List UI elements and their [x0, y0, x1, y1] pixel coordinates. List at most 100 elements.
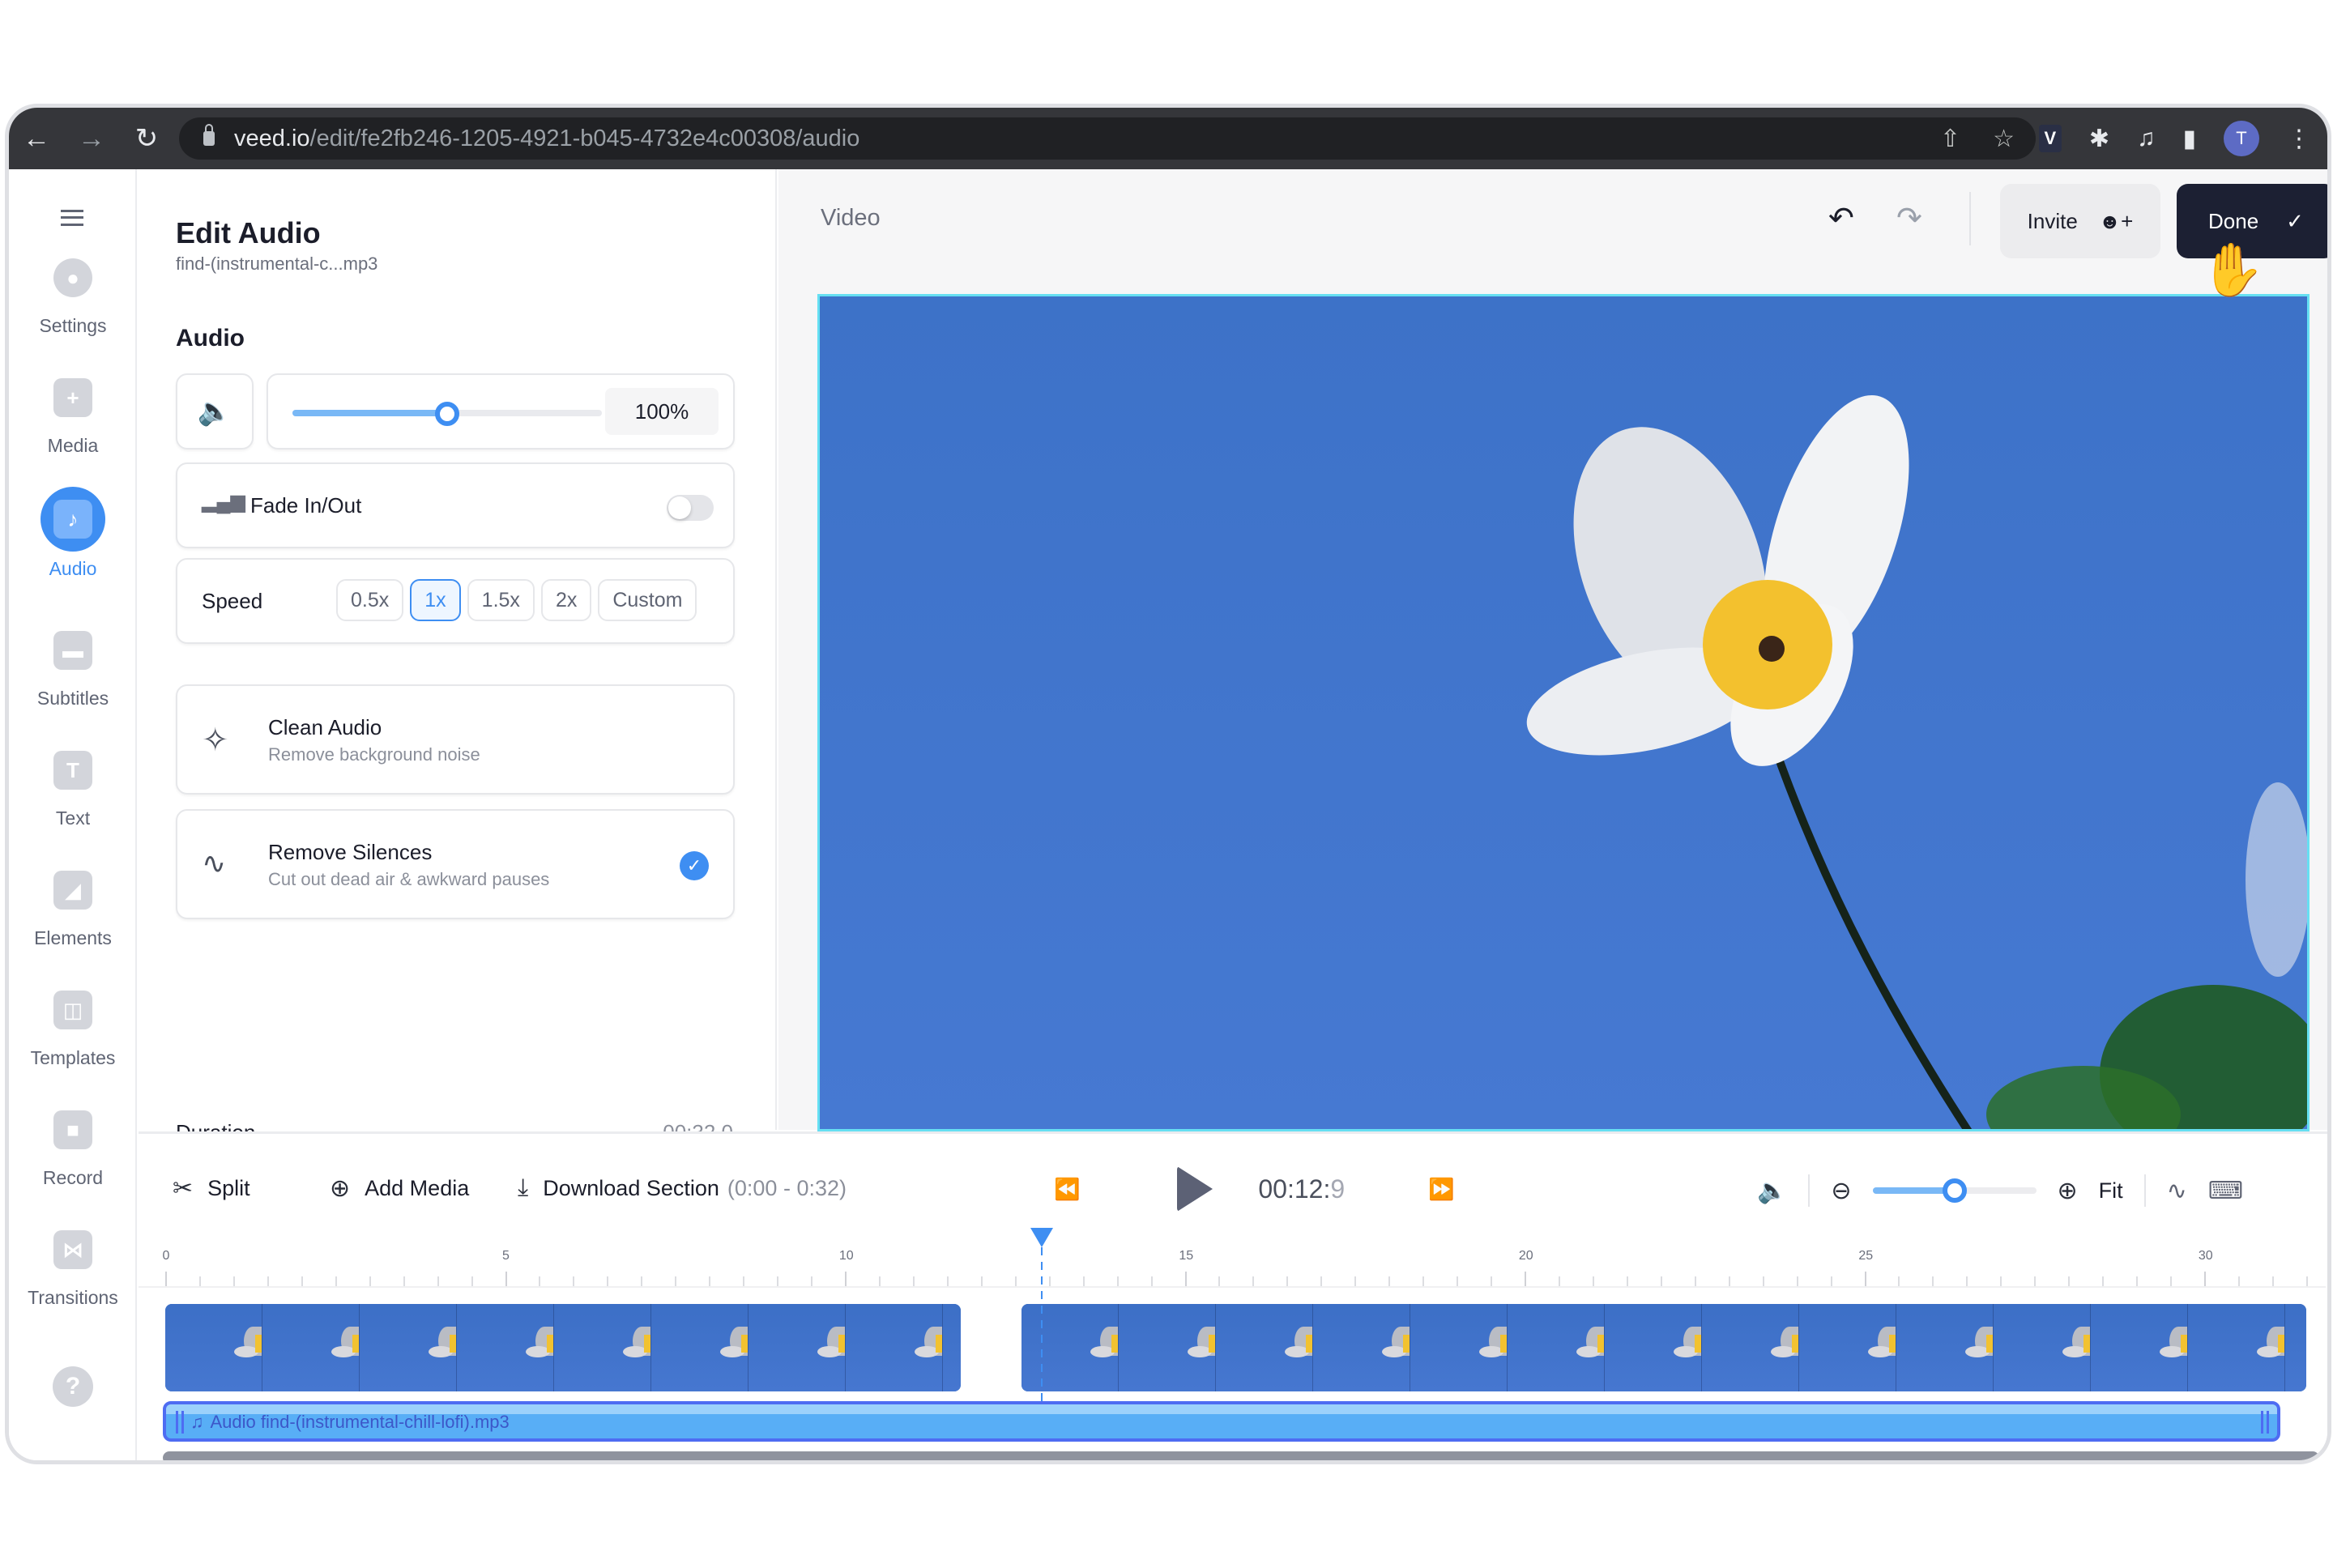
url-host: veed.io [234, 125, 310, 151]
clip-thumbnail [749, 1304, 846, 1391]
rail-item-transitions[interactable]: ⋈ Transitions [9, 1230, 137, 1309]
download-section-button[interactable]: ⤓ Download Section (0:00 - 0:32) [518, 1174, 847, 1202]
ruler-tick [1354, 1276, 1357, 1286]
video-clip[interactable] [165, 1304, 961, 1391]
rail-item-subtitles[interactable]: ▬ Subtitles [9, 631, 137, 709]
undo-icon[interactable]: ↶ [1828, 200, 1854, 236]
rail-item-media[interactable]: + Media [9, 378, 137, 457]
speed-option[interactable]: 1.5x [467, 579, 535, 621]
right-trim-handle[interactable] [2261, 1411, 2269, 1434]
rail-item-settings[interactable]: ● Settings [9, 258, 137, 337]
clean-audio-card[interactable]: ✧ Clean Audio Remove background noise [176, 684, 735, 795]
remove-silences-card[interactable]: ∿ Remove Silences Cut out dead air & awk… [176, 809, 735, 919]
text-t-icon: T [53, 751, 92, 790]
extensions-puzzle-icon[interactable]: ✱ [2089, 125, 2109, 153]
ruler-tick [1796, 1276, 1798, 1286]
timeline-scrollbar[interactable] [163, 1451, 2319, 1460]
timeline-ruler[interactable]: 0 5 10 15 20 25 30 [139, 1247, 2326, 1288]
flower-image [820, 296, 2307, 1129]
ruler-tick [1966, 1276, 1968, 1286]
play-icon[interactable] [1177, 1166, 1213, 1212]
ruler-label: 30 [2198, 1249, 2213, 1263]
ruler-tick [607, 1276, 609, 1286]
checkmark-icon[interactable]: ✓ [680, 851, 709, 880]
ruler-tick [437, 1276, 439, 1286]
volume-slider[interactable] [292, 402, 602, 426]
share-icon[interactable]: ⇧ [1940, 125, 1960, 153]
video-clip[interactable] [1021, 1304, 2306, 1391]
address-bar[interactable]: veed.io/edit/fe2fb246-1205-4921-b045-473… [179, 117, 2036, 160]
subtitles-icon: ▬ [53, 631, 92, 670]
bookmark-star-icon[interactable]: ☆ [1993, 125, 2015, 153]
fast-forward-icon[interactable]: ⏩ [1428, 1177, 1454, 1202]
speed-option[interactable]: Custom [598, 579, 697, 621]
timeline-panel: ✂ Split ⊕ Add Media ⤓ Download Section (… [139, 1131, 2327, 1460]
volume-value-input[interactable]: 100% [605, 388, 719, 435]
reload-button[interactable]: ↻ [119, 108, 174, 169]
rewind-icon[interactable]: ⏪ [1054, 1177, 1080, 1202]
ruler-tick [1626, 1276, 1628, 1286]
speed-option[interactable]: 0.5x [336, 579, 404, 621]
fade-toggle[interactable] [667, 495, 714, 521]
volume-icon[interactable]: 🔈 [1757, 1177, 1787, 1205]
video-preview[interactable] [817, 294, 2310, 1131]
sparkle-icon: ✧ [202, 722, 229, 758]
speed-card: Speed 0.5x 1x 1.5x 2x Custom [176, 558, 735, 644]
left-trim-handle[interactable] [176, 1411, 184, 1434]
clip-thumbnail [2091, 1304, 2189, 1391]
remove-silences-subtitle: Cut out dead air & awkward pauses [268, 869, 550, 889]
clip-thumbnail [165, 1304, 262, 1391]
ruler-tick [1116, 1276, 1119, 1286]
speed-option[interactable]: 2x [540, 579, 592, 621]
ruler-tick [1184, 1272, 1187, 1286]
lock-icon [203, 124, 215, 146]
zoom-out-icon[interactable]: ⊖ [1831, 1177, 1851, 1205]
media-control-icon[interactable]: ♫ [2137, 125, 2156, 152]
speed-option[interactable]: 1x [410, 579, 461, 621]
reload-icon: ↻ [134, 123, 159, 154]
ruler-tick [2136, 1276, 2139, 1286]
zoom-in-icon[interactable]: ⊕ [2058, 1177, 2078, 1205]
rail-item-elements[interactable]: ◢ Elements [9, 871, 137, 949]
ruler-tick [369, 1276, 371, 1286]
download-label: Download Section [543, 1175, 719, 1200]
rail-item-record[interactable]: ■ Record [9, 1110, 137, 1189]
mute-button[interactable]: 🔈 [176, 373, 254, 450]
ruler-tick [1525, 1272, 1526, 1286]
veed-extension-icon[interactable]: V [2038, 125, 2062, 152]
ruler-tick [980, 1276, 983, 1286]
help-icon[interactable]: ? [53, 1366, 93, 1407]
rail-item-templates[interactable]: ◫ Templates [9, 991, 137, 1069]
timeline-zoom-slider[interactable] [1872, 1178, 2037, 1203]
invite-button[interactable]: Invite ☻+ [2000, 184, 2160, 258]
clean-audio-title: Clean Audio [268, 715, 382, 739]
rail-item-text[interactable]: T Text [9, 751, 137, 829]
hamburger-menu-icon[interactable] [61, 210, 83, 226]
ruler-tick [1830, 1276, 1832, 1286]
profile-avatar[interactable]: T [2224, 121, 2259, 156]
ruler-tick [1150, 1276, 1153, 1286]
bowtie-icon: ⋈ [53, 1230, 92, 1269]
waveform-icon[interactable]: ∿ [2167, 1177, 2187, 1205]
ruler-tick [1286, 1276, 1289, 1286]
ruler-tick [165, 1272, 167, 1286]
audio-section-title: Audio [176, 325, 245, 352]
zoom-slider-thumb[interactable] [1942, 1178, 1967, 1203]
fit-button[interactable]: Fit [2099, 1178, 2123, 1204]
audio-track-clip[interactable]: ♫ Audio find-(instrumental-chill-lofi).m… [163, 1401, 2280, 1442]
back-button[interactable]: ← [9, 108, 64, 169]
kebab-menu-icon[interactable]: ⋮ [2287, 125, 2311, 153]
side-panel-icon[interactable]: ▮ [2182, 125, 2196, 153]
split-label: Split [207, 1176, 250, 1200]
clip-thumbnail [1605, 1304, 1703, 1391]
volume-slider-thumb[interactable] [435, 402, 459, 426]
rail-label: Elements [34, 927, 112, 948]
clip-thumbnail [1119, 1304, 1217, 1391]
rail-item-audio[interactable]: ♪ Audio [9, 487, 137, 580]
comment-icon[interactable]: ⌨ [2208, 1177, 2243, 1205]
split-button[interactable]: ✂ Split [173, 1174, 250, 1203]
redo-icon[interactable]: ↷ [1896, 200, 1922, 236]
clip-thumbnail [1021, 1304, 1120, 1391]
add-media-button[interactable]: ⊕ Add Media [330, 1174, 469, 1203]
forward-button[interactable]: → [64, 108, 119, 169]
